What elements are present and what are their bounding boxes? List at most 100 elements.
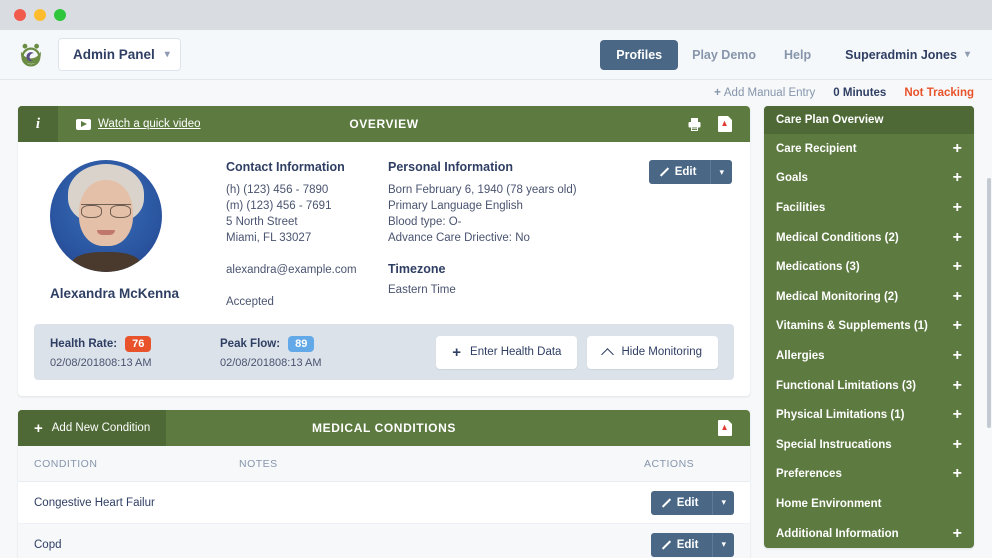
- care-plan-item[interactable]: Allergies +: [764, 341, 974, 371]
- care-plan-item[interactable]: Facilities +: [764, 193, 974, 223]
- care-plan-item[interactable]: Functional Limitations (3) +: [764, 371, 974, 401]
- medical-conditions-card: + Add New Condition MEDICAL CONDITIONS C…: [18, 410, 750, 558]
- plus-icon[interactable]: +: [953, 436, 962, 453]
- overview-edit-label: Edit: [674, 166, 697, 178]
- nav-link-play-demo[interactable]: Play Demo: [678, 40, 770, 70]
- page-scrollbar-thumb[interactable]: [987, 178, 991, 428]
- plus-icon[interactable]: +: [953, 229, 962, 246]
- condition-edit-dropdown-button[interactable]: ▾: [712, 490, 734, 515]
- avatar: [50, 160, 162, 272]
- plus-icon: +: [452, 343, 462, 361]
- condition-edit-button[interactable]: Edit: [650, 490, 713, 515]
- pdf-export-icon[interactable]: [718, 116, 732, 132]
- care-plan-item[interactable]: Goals +: [764, 164, 974, 194]
- contact-information-block: Contact Information (h) (123) 456 - 7890…: [226, 160, 388, 310]
- app-logo-icon[interactable]: [18, 42, 44, 68]
- info-icon[interactable]: i: [18, 106, 58, 142]
- nav-tab-profiles[interactable]: Profiles: [600, 39, 679, 70]
- plus-icon[interactable]: +: [953, 259, 962, 275]
- tracking-status-badge[interactable]: Not Tracking: [904, 87, 974, 99]
- contact-email[interactable]: alexandra@example.com: [226, 262, 388, 278]
- condition-edit-label: Edit: [676, 538, 699, 551]
- care-plan-item[interactable]: Medications (3) +: [764, 252, 974, 282]
- care-plan-item[interactable]: Additional Information +: [764, 519, 974, 549]
- care-plan-card: Care Plan Overview Care Recipient + Goals +…: [764, 106, 974, 549]
- metric-peak-flow-value: 89: [288, 335, 315, 352]
- close-window-button[interactable]: [14, 9, 26, 21]
- table-row[interactable]: Congestive Heart Failur Edit ▾: [18, 482, 750, 524]
- condition-edit-button-group: Edit ▾: [650, 490, 734, 515]
- plus-icon[interactable]: +: [953, 407, 962, 423]
- plus-icon[interactable]: +: [953, 347, 962, 364]
- pdf-export-icon[interactable]: [718, 420, 732, 436]
- metric-health-rate-value: 76: [125, 335, 152, 352]
- page-scrollbar[interactable]: [986, 60, 992, 558]
- care-plan-item[interactable]: Medical Conditions (2) +: [764, 223, 974, 253]
- personal-information-block: Personal Information Born February 6, 19…: [388, 160, 618, 310]
- timezone-heading: Timezone: [388, 262, 446, 276]
- care-plan-item-label: Medications (3): [776, 261, 860, 274]
- overview-card-header: i Watch a quick video OVERVIEW: [18, 106, 750, 142]
- overview-edit-dropdown-button[interactable]: ▾: [710, 160, 732, 184]
- chevron-down-icon: ▾: [721, 497, 726, 507]
- care-plan-item[interactable]: Vitamins & Supplements (1) +: [764, 312, 974, 342]
- avatar-glasses: [81, 204, 131, 218]
- row-actions: Edit ▾: [650, 490, 734, 515]
- main-content-column: i Watch a quick video OVERVIEW ▲ Alexand…: [18, 106, 750, 558]
- add-new-condition-button[interactable]: + Add New Condition: [18, 410, 167, 446]
- profile-name: Alexandra McKenna: [50, 286, 180, 301]
- plus-icon[interactable]: +: [953, 170, 962, 186]
- watch-video-link[interactable]: Watch a quick video: [76, 118, 200, 130]
- hide-monitoring-label: Hide Monitoring: [621, 346, 702, 358]
- personal-blood-type: Blood type: O-: [388, 216, 462, 228]
- plus-icon: +: [714, 87, 721, 99]
- plus-icon[interactable]: +: [953, 288, 962, 305]
- tracked-minutes: 0 Minutes: [833, 87, 887, 99]
- overview-edit-button[interactable]: Edit: [648, 160, 711, 184]
- care-plan-item-label: Medical Monitoring (2): [776, 290, 899, 303]
- column-header-notes: NOTES: [239, 457, 278, 470]
- admin-panel-label: Admin Panel: [73, 47, 155, 62]
- plus-icon[interactable]: +: [953, 377, 962, 394]
- care-plan-item[interactable]: Special Instrucations +: [764, 430, 974, 460]
- print-icon[interactable]: [687, 117, 702, 132]
- metric-peak-flow-date: 02/08/201808:13 AM: [220, 356, 322, 369]
- care-plan-item-label: Goals: [776, 172, 808, 185]
- user-menu[interactable]: Superadmin Jones ▾: [825, 40, 974, 70]
- condition-edit-button[interactable]: Edit: [650, 532, 713, 557]
- contact-information-heading: Contact Information: [226, 160, 345, 174]
- care-plan-item[interactable]: Care Recipient +: [764, 134, 974, 164]
- care-plan-item[interactable]: Home Environment: [764, 489, 974, 519]
- add-manual-entry-button[interactable]: + Add Manual Entry: [714, 87, 815, 99]
- nav-link-help[interactable]: Help: [770, 40, 825, 70]
- condition-edit-dropdown-button[interactable]: ▾: [712, 532, 734, 557]
- care-plan-item[interactable]: Medical Monitoring (2) +: [764, 282, 974, 312]
- overview-body: Alexandra McKenna Contact Information (h…: [18, 142, 750, 310]
- plus-icon[interactable]: +: [953, 525, 962, 542]
- enter-health-data-button[interactable]: + Enter Health Data: [436, 335, 578, 369]
- plus-icon[interactable]: +: [953, 199, 962, 216]
- hide-monitoring-button[interactable]: Hide Monitoring: [587, 335, 718, 369]
- care-plan-item-label: Facilities: [776, 201, 826, 214]
- care-plan-item[interactable]: Preferences +: [764, 460, 974, 490]
- plus-icon[interactable]: +: [953, 466, 962, 482]
- medical-conditions-header-actions: [718, 420, 750, 436]
- table-row[interactable]: Copd Edit ▾: [18, 524, 750, 558]
- metric-peak-flow-label: Peak Flow:: [220, 337, 281, 350]
- pencil-icon: [659, 168, 668, 177]
- contact-status: Accepted: [226, 296, 274, 308]
- video-play-icon: [76, 118, 91, 130]
- pencil-icon: [661, 540, 670, 549]
- timezone-value: Eastern Time: [388, 284, 456, 296]
- avatar-body: [72, 252, 140, 272]
- minimize-window-button[interactable]: [34, 9, 46, 21]
- maximize-window-button[interactable]: [54, 9, 66, 21]
- plus-icon[interactable]: +: [953, 318, 962, 334]
- tracking-bar: + Add Manual Entry 0 Minutes Not Tracking: [0, 80, 992, 106]
- care-plan-item[interactable]: Physical Limitations (1) +: [764, 400, 974, 430]
- avatar-mouth: [97, 230, 115, 235]
- plus-icon[interactable]: +: [953, 140, 962, 157]
- personal-advance-care-directive: Advance Care Driective: No: [388, 232, 530, 244]
- admin-panel-dropdown[interactable]: Admin Panel ▾: [58, 38, 181, 71]
